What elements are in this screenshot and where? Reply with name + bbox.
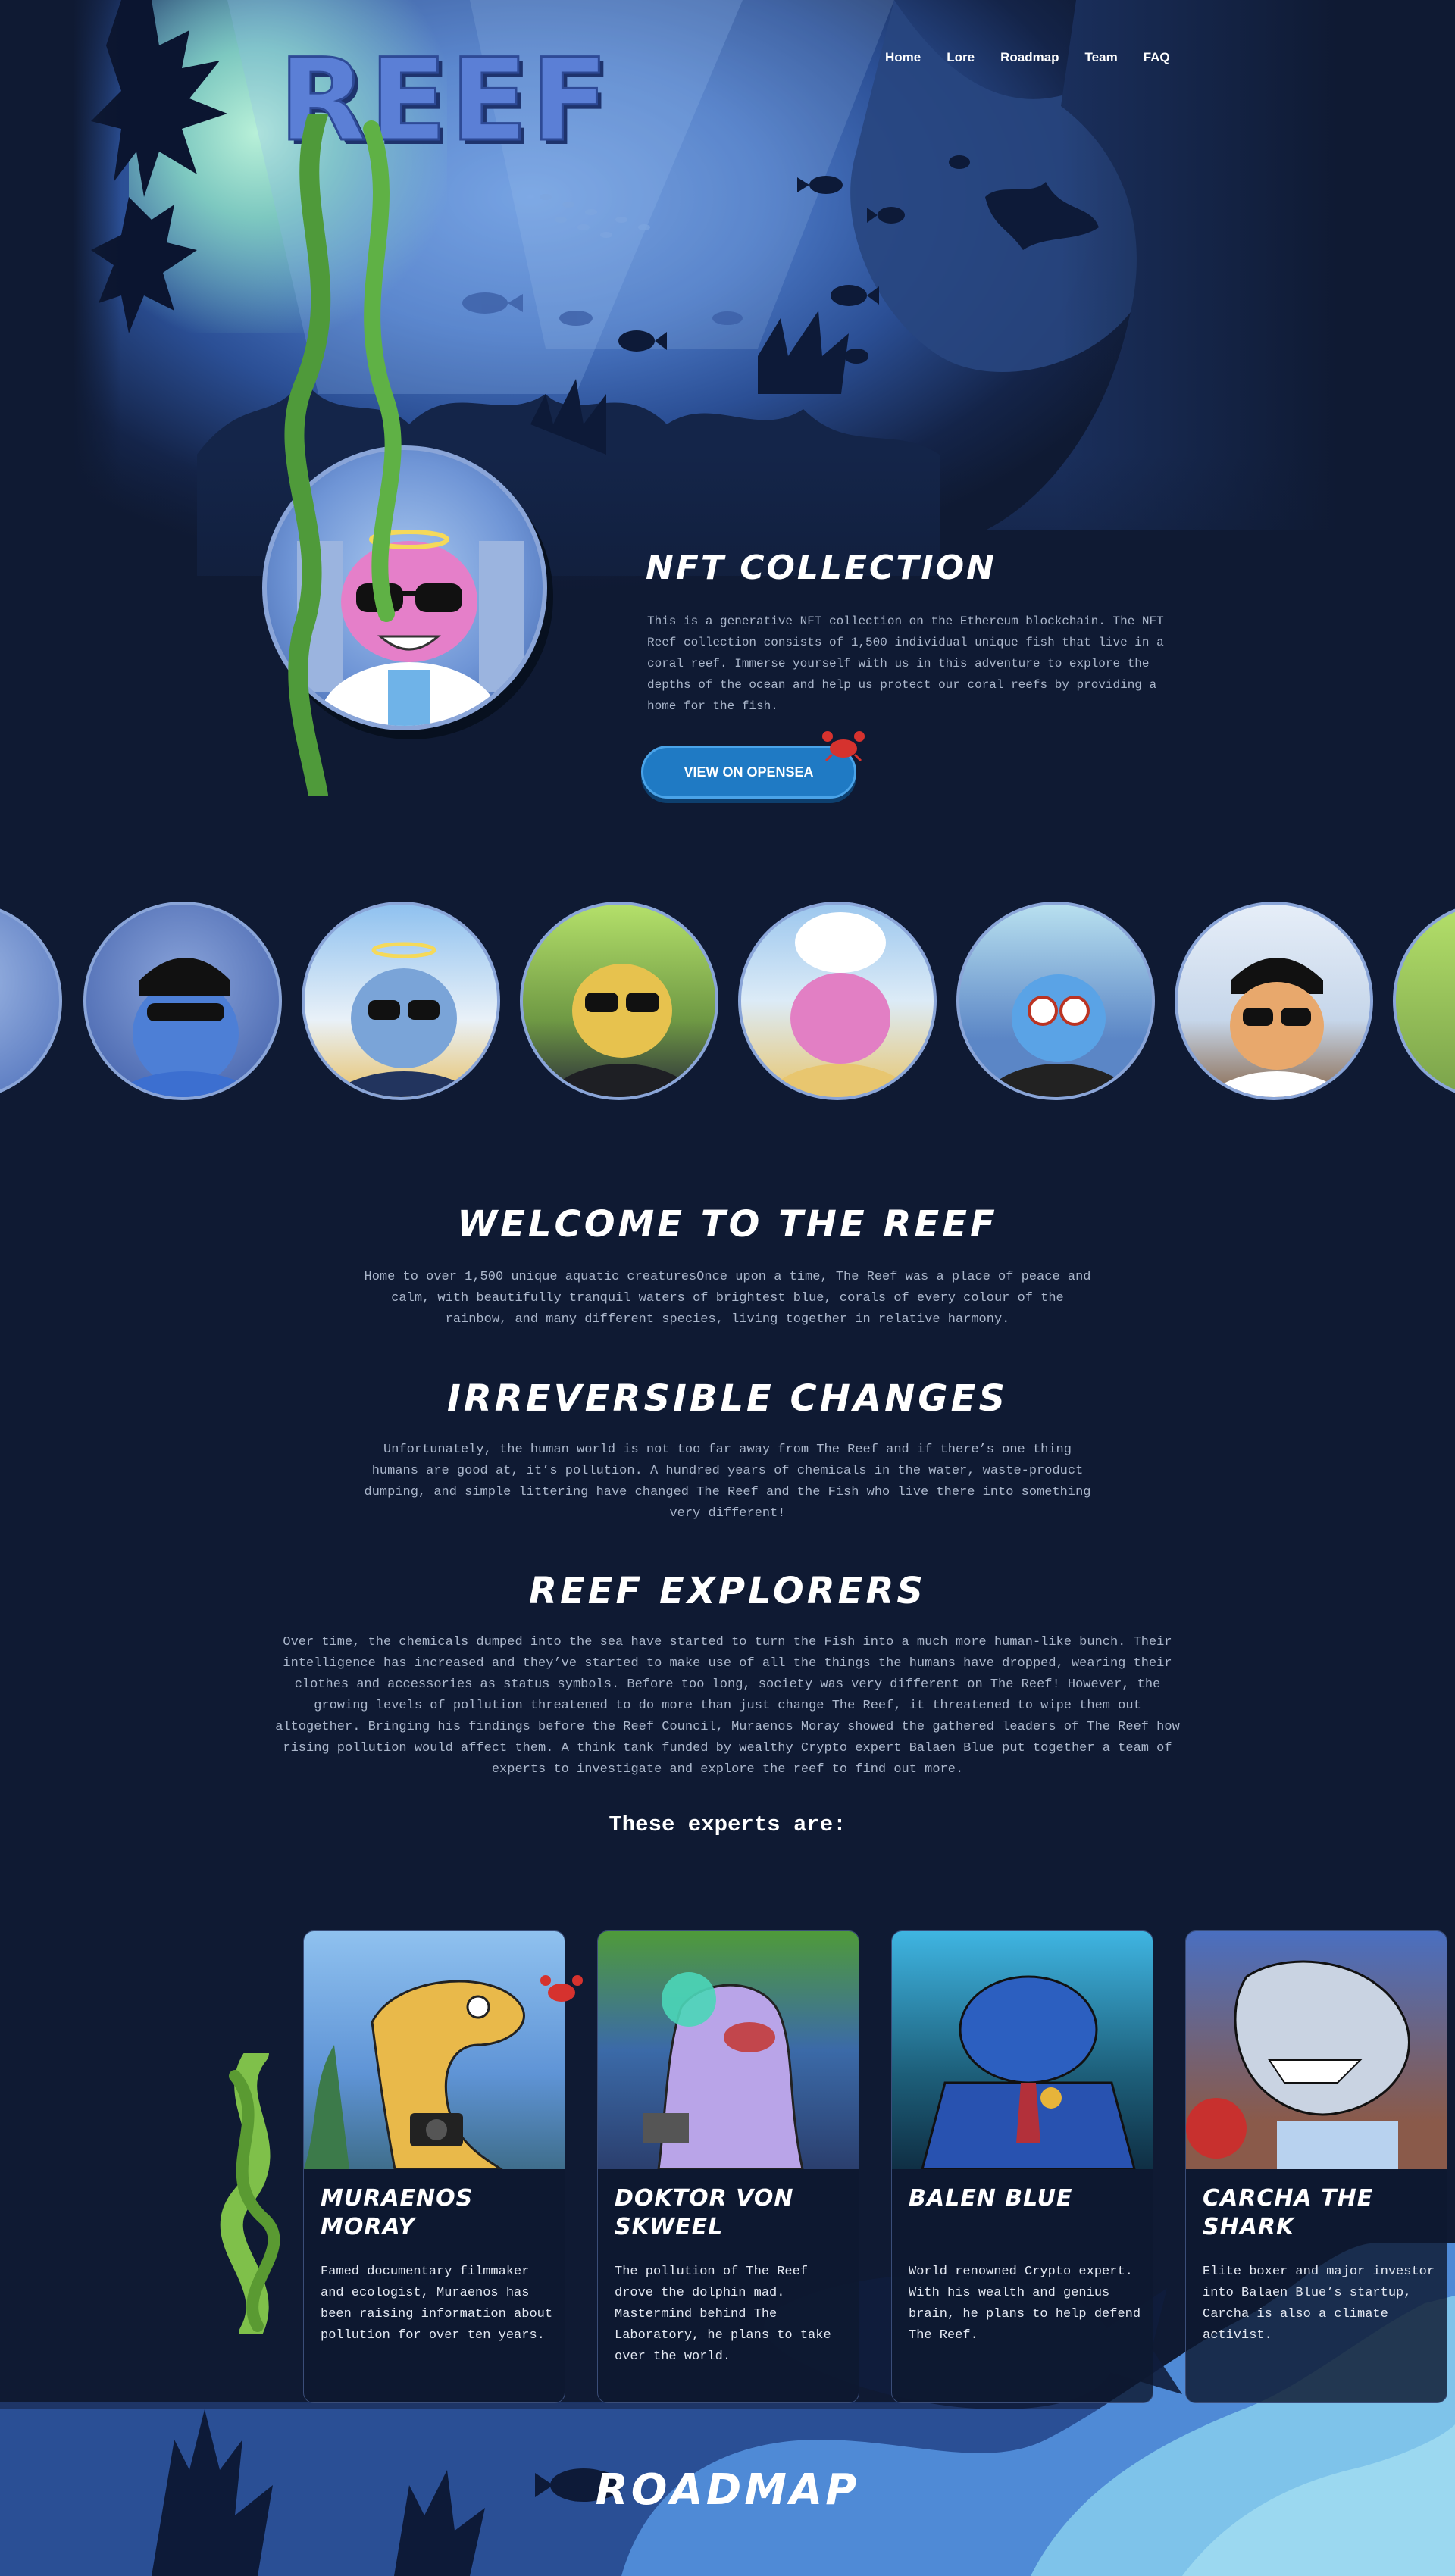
team-member-bio: Elite boxer and major investor into Bala… <box>1203 2265 1435 2343</box>
welcome-title: WELCOME TO THE REEF <box>457 1203 998 1246</box>
team-member-bio: World renowned Crypto expert. With his w… <box>909 2265 1141 2343</box>
roadmap-title: ROADMAP <box>595 2465 860 2515</box>
nft-collection-description: This is a generative NFT collection on t… <box>647 614 1164 713</box>
nft-avatar[interactable] <box>1393 902 1455 1100</box>
reef-explorers-text: Over time, the chemicals dumped into the… <box>275 1635 1180 1777</box>
team-card-art <box>1186 1931 1447 2169</box>
experts-intro: These experts are: <box>609 1812 846 1837</box>
team-card-muraenos[interactable]: MURAENOS MORAY Famed documentary filmmak… <box>303 1930 565 2403</box>
team-card-art <box>598 1931 859 2169</box>
nav-lore[interactable]: Lore <box>947 50 975 65</box>
welcome-text: Home to over 1,500 unique aquatic creatu… <box>364 1270 1091 1327</box>
nav-roadmap[interactable]: Roadmap <box>1000 50 1059 65</box>
team-member-name: CARCHA THE SHARK <box>1203 2185 1374 2240</box>
nav-home[interactable]: Home <box>885 50 921 65</box>
hero-section <box>0 0 1455 849</box>
team-card-art <box>892 1931 1153 2169</box>
team-card-carcha[interactable]: CARCHA THE SHARK Elite boxer and major i… <box>1185 1930 1447 2403</box>
irreversible-changes-title: IRREVERSIBLE CHANGES <box>446 1377 1009 1420</box>
nft-avatar[interactable] <box>1175 902 1373 1100</box>
nav-faq[interactable]: FAQ <box>1144 50 1170 65</box>
nft-collection-title: NFT COLLECTION <box>646 549 997 587</box>
team-member-name: DOKTOR VON SKWEEL <box>615 2185 794 2240</box>
crab-icon <box>540 1975 583 2002</box>
team-card-doktor[interactable]: DOKTOR VON SKWEEL The pollution of The R… <box>597 1930 859 2403</box>
nft-avatar-carousel[interactable] <box>0 902 1455 1100</box>
nft-avatar[interactable] <box>520 902 718 1100</box>
team-member-name: BALEN BLUE <box>909 2185 1073 2212</box>
nft-avatar[interactable] <box>302 902 500 1100</box>
nav-team[interactable]: Team <box>1085 50 1118 65</box>
nft-avatar[interactable] <box>0 902 62 1100</box>
team-card-balen[interactable]: BALEN BLUE World renowned Crypto expert.… <box>891 1930 1153 2403</box>
kelp-decoration <box>284 114 402 796</box>
main-nav: Home Lore Roadmap Team FAQ <box>885 50 1170 65</box>
nft-avatar[interactable] <box>956 902 1155 1100</box>
team-member-bio: The pollution of The Reef drove the dolp… <box>615 2265 831 2364</box>
reef-explorers-title: REEF EXPLORERS <box>529 1570 926 1612</box>
nft-avatar[interactable] <box>83 902 282 1100</box>
team-card-art <box>304 1931 565 2169</box>
team-member-bio: Famed documentary filmmaker and ecologis… <box>321 2265 553 2343</box>
crab-icon <box>822 731 865 762</box>
irreversible-changes-text: Unfortunately, the human world is not to… <box>364 1443 1091 1521</box>
nft-avatar[interactable] <box>738 902 937 1100</box>
team-member-name: MURAENOS MORAY <box>321 2185 474 2240</box>
